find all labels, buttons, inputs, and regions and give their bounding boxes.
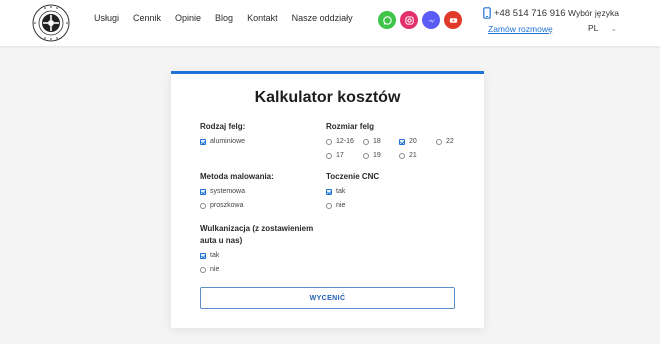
nav-item-blog[interactable]: Blog bbox=[215, 13, 233, 23]
checkbox-icon bbox=[200, 188, 206, 195]
paint-method-label: Metoda malowania: bbox=[200, 172, 274, 181]
instagram-icon[interactable] bbox=[400, 11, 418, 29]
option-label: 17 bbox=[336, 152, 344, 159]
vulcanization-label-line1: Wulkanizacja (z zostawieniem bbox=[200, 224, 314, 233]
option-label: 18 bbox=[373, 138, 381, 145]
rim-size-option-21[interactable]: 21 bbox=[399, 152, 417, 159]
contact-block: +48 514 716 916 Zamów rozmowę bbox=[483, 7, 566, 34]
nav-item-kontakt[interactable]: Kontakt bbox=[247, 13, 278, 23]
whatsapp-icon[interactable] bbox=[378, 11, 396, 29]
checkbox-icon bbox=[200, 252, 206, 259]
rim-type-label: Rodzaj felg: bbox=[200, 122, 246, 131]
language-selector: Wybór języka PL ⌄ bbox=[568, 8, 619, 33]
checkbox-icon bbox=[326, 188, 332, 195]
radio-icon bbox=[200, 202, 206, 209]
rim-type-option-aluminiowe[interactable]: aluminiowe bbox=[200, 138, 245, 145]
radio-icon bbox=[436, 138, 442, 145]
option-label: tak bbox=[336, 188, 346, 195]
calculator-title: Kalkulator kosztów bbox=[254, 89, 401, 106]
company-logo[interactable] bbox=[30, 3, 72, 43]
radio-icon bbox=[399, 152, 405, 159]
cnc-label: Toczenie CNC bbox=[326, 172, 380, 181]
rim-size-option-17[interactable]: 17 bbox=[326, 152, 344, 159]
option-label: 20 bbox=[409, 138, 417, 145]
rim-size-option-20[interactable]: 20 bbox=[399, 138, 417, 145]
option-label: systemowa bbox=[210, 188, 246, 195]
nav-item-uslugi[interactable]: Usługi bbox=[94, 13, 119, 23]
radio-icon bbox=[326, 152, 332, 159]
option-label: aluminiowe bbox=[210, 138, 246, 145]
option-label: 19 bbox=[373, 152, 381, 159]
radio-icon bbox=[363, 138, 369, 145]
radio-icon bbox=[326, 202, 332, 209]
language-value: PL bbox=[588, 23, 599, 33]
messenger-icon[interactable] bbox=[422, 11, 440, 29]
paint-option-systemowa[interactable]: systemowa bbox=[200, 188, 245, 195]
vulcanization-option-nie[interactable]: nie bbox=[200, 266, 219, 273]
youtube-icon[interactable] bbox=[444, 11, 462, 29]
calculator-card: Kalkulator kosztów Rodzaj felg: aluminio… bbox=[171, 71, 484, 328]
phone-text: +48 514 716 916 bbox=[494, 7, 566, 19]
site-header: Usługi Cennik Opinie Blog Kontakt Nasze … bbox=[0, 0, 660, 46]
social-links bbox=[378, 11, 466, 29]
nav-item-opinie[interactable]: Opinie bbox=[175, 13, 201, 23]
option-label: nie bbox=[210, 266, 220, 273]
radio-icon bbox=[326, 138, 332, 145]
vulcanization-label-line2: auta u nas) bbox=[200, 236, 243, 245]
rim-size-option-12-16[interactable]: 12-16 bbox=[326, 138, 354, 145]
option-label: 21 bbox=[409, 152, 417, 159]
checkbox-icon bbox=[399, 138, 405, 145]
phone-number[interactable]: +48 514 716 916 bbox=[483, 7, 566, 19]
cnc-option-nie[interactable]: nie bbox=[326, 202, 345, 209]
calculate-button[interactable]: WYCENIĆ bbox=[200, 287, 455, 309]
nav-item-cennik[interactable]: Cennik bbox=[133, 13, 161, 23]
paint-option-proszkowa[interactable]: proszkowa bbox=[200, 202, 243, 209]
radio-icon bbox=[363, 152, 369, 159]
checkbox-icon bbox=[200, 138, 206, 145]
radio-icon bbox=[200, 266, 206, 273]
chevron-down-icon: ⌄ bbox=[610, 23, 618, 33]
option-label: proszkowa bbox=[210, 202, 244, 209]
language-label: Wybór języka bbox=[568, 8, 619, 18]
cnc-option-tak[interactable]: tak bbox=[326, 188, 345, 195]
rim-size-option-22[interactable]: 22 bbox=[436, 138, 454, 145]
rim-size-option-18[interactable]: 18 bbox=[363, 138, 381, 145]
nav-item-oddzialy[interactable]: Nasze oddziały bbox=[292, 13, 353, 23]
language-dropdown[interactable]: PL ⌄ bbox=[588, 23, 619, 33]
option-label: 22 bbox=[446, 138, 454, 145]
main-nav: Usługi Cennik Opinie Blog Kontakt Nasze … bbox=[94, 13, 367, 23]
rim-size-label: Rozmiar felg bbox=[326, 122, 375, 131]
option-label: 12-16 bbox=[336, 138, 354, 145]
option-label: nie bbox=[336, 202, 346, 209]
vulcanization-option-tak[interactable]: tak bbox=[200, 252, 219, 259]
callback-link[interactable]: Zamów rozmowę bbox=[488, 24, 566, 34]
option-label: tak bbox=[210, 252, 220, 259]
rim-size-option-19[interactable]: 19 bbox=[363, 152, 381, 159]
mobile-phone-icon bbox=[483, 7, 491, 19]
